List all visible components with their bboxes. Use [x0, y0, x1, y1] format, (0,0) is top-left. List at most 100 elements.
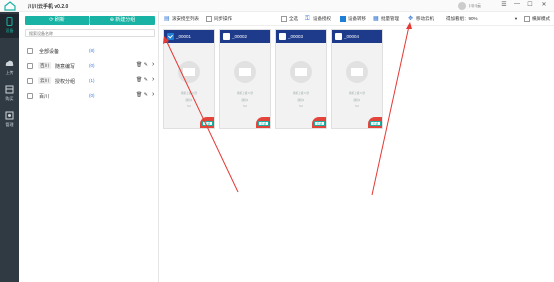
- chevron-right-icon[interactable]: ›: [152, 91, 154, 98]
- select-all-label: 全选: [289, 16, 298, 21]
- book-icon: [290, 61, 312, 83]
- quality-select[interactable]: 得加看组：90% ▼: [446, 15, 520, 23]
- select-all-checkbox[interactable]: [281, 15, 287, 22]
- device-badge[interactable]: 云机: [258, 121, 269, 126]
- device-checkbox[interactable]: [223, 33, 230, 40]
- group-row[interactable]: 百川 随意编写 (0) 🗑 ✎ ›: [25, 61, 157, 71]
- sync-ops-checkbox[interactable]: [206, 15, 212, 22]
- refresh-button[interactable]: ⟳ 刷新: [25, 16, 89, 25]
- trash-icon[interactable]: 🗑: [136, 62, 142, 68]
- batch-manage-button[interactable]: ▦ 批量管理: [373, 15, 399, 23]
- device-info: 随机4: [241, 99, 249, 102]
- book-icon: [346, 61, 368, 83]
- device-checkbox[interactable]: [279, 33, 286, 40]
- group-count: (1): [89, 78, 95, 83]
- close-icon[interactable]: ✕: [540, 1, 548, 8]
- group-actions: 🗑 ✎: [136, 62, 148, 68]
- device-checkbox[interactable]: [335, 33, 342, 40]
- quality-value: 得加看组：90%: [446, 16, 478, 21]
- left-nav: 设备 上传 购买 管理: [0, 12, 19, 282]
- device-card[interactable]: _00001 随机上级 0 秒 随机4 5:2 云机: [163, 29, 215, 129]
- device-badge[interactable]: 云机: [314, 121, 325, 126]
- transfer-icon: [340, 15, 346, 22]
- sync-ops-toggle[interactable]: 同步操作: [206, 15, 232, 23]
- device-header: _00004: [332, 30, 382, 43]
- settings-icon: [5, 111, 14, 120]
- batch-manage-label: 批量管理: [381, 16, 399, 21]
- device-badge[interactable]: 云机: [370, 121, 381, 126]
- authorize-icon: ⚿: [305, 15, 310, 22]
- trash-icon[interactable]: 🗑: [136, 92, 142, 98]
- nav-item-buy[interactable]: 购买: [0, 82, 19, 106]
- new-group-label: 新建分组: [115, 17, 136, 23]
- group-checkbox[interactable]: [27, 78, 33, 84]
- toolbar: ▤ 滚安授至列表 同步操作 全选 ⚿ 设备授权 设备转移 ▦ 批量管理 ✥ 移动云机 得…: [160, 12, 554, 26]
- device-authorize-button[interactable]: ⚿ 设备授权: [305, 15, 331, 23]
- edit-icon[interactable]: ✎: [144, 92, 148, 98]
- group-checkbox[interactable]: [27, 48, 33, 54]
- device-authorize-label: 设备授权: [313, 16, 331, 21]
- group-tag: 云川: [38, 77, 51, 84]
- device-checkbox[interactable]: [167, 33, 174, 40]
- search-input[interactable]: [25, 29, 155, 37]
- book-icon: [234, 61, 256, 83]
- device-ratio: 5:2: [187, 105, 191, 108]
- screen-list-button[interactable]: ▤ 滚安授至列表: [164, 15, 199, 23]
- nav-label: 上传: [5, 70, 14, 75]
- device-card[interactable]: _00003 随机上级 0 秒 随机4 5:2 云机: [275, 29, 327, 129]
- device-card[interactable]: _00004 随机上级 0 秒 随机4 5:2 云机: [331, 29, 383, 129]
- trash-icon[interactable]: 🗑: [136, 77, 142, 83]
- refresh-label: 刷新: [54, 17, 65, 23]
- app-logo-icon: [4, 1, 16, 11]
- group-row[interactable]: 百川 (0) 🗑 ✎ ›: [25, 91, 157, 101]
- nav-label: 设备: [5, 28, 14, 33]
- device-ratio: 5:2: [243, 105, 247, 108]
- group-row[interactable]: 云川 授权分组 (1) 🗑 ✎ ›: [25, 76, 157, 86]
- book-icon: [178, 61, 200, 83]
- nav-item-manage[interactable]: 管理: [0, 108, 19, 132]
- group-tag: 百川: [38, 62, 51, 69]
- nav-item-upload[interactable]: 上传: [0, 56, 19, 80]
- new-group-button[interactable]: ⊕ 新建分组: [90, 16, 155, 25]
- username: 川川云: [469, 3, 481, 8]
- group-name: 随意编写: [55, 64, 76, 70]
- select-all-toggle[interactable]: 全选: [281, 15, 298, 23]
- app-title: 川川云手机 v0.2.0: [28, 4, 69, 10]
- edit-icon[interactable]: ✎: [144, 62, 148, 68]
- group-checkbox[interactable]: [27, 93, 33, 99]
- chevron-right-icon[interactable]: ›: [152, 76, 154, 83]
- cart-icon: [5, 85, 14, 94]
- device-card[interactable]: _00002 随机上级 0 秒 随机4 5:2 云机: [219, 29, 271, 129]
- group-actions: 🗑 ✎: [136, 77, 148, 83]
- device-info: 随机4: [185, 99, 193, 102]
- device-name: _00001: [176, 34, 192, 39]
- cloud-upload-icon: [5, 60, 14, 66]
- nav-item-devices[interactable]: 设备: [0, 14, 19, 38]
- landscape-toggle[interactable]: 横屏模式: [524, 15, 550, 23]
- device-info: 随机4: [297, 99, 305, 102]
- title-bar: 川川云手机 v0.2.0 川川云 ☰ — ☐ ✕: [0, 0, 554, 12]
- device-status: 随机上级 0 秒: [349, 92, 365, 95]
- group-checkbox[interactable]: [27, 63, 33, 69]
- device-name: _00004: [344, 34, 360, 39]
- minimize-icon[interactable]: —: [513, 1, 521, 7]
- device-badge[interactable]: 云机: [202, 121, 213, 126]
- device-name: _00002: [232, 34, 248, 39]
- device-transfer-button[interactable]: 设备转移: [340, 15, 366, 23]
- nav-label: 管理: [5, 122, 14, 127]
- device-header: _00003: [276, 30, 326, 43]
- device-info: 随机4: [353, 99, 361, 102]
- device-status: 随机上级 0 秒: [237, 92, 253, 95]
- landscape-checkbox[interactable]: [524, 15, 530, 22]
- edit-icon[interactable]: ✎: [144, 77, 148, 83]
- avatar[interactable]: [458, 2, 466, 10]
- device-transfer-label: 设备转移: [348, 16, 366, 21]
- list-icon: ▤: [164, 15, 170, 22]
- group-count: (8): [89, 48, 95, 53]
- chevron-right-icon[interactable]: ›: [152, 61, 154, 68]
- group-name: 百川: [39, 94, 50, 100]
- group-row-all[interactable]: 全部设备 (8): [25, 46, 157, 56]
- menu-icon[interactable]: ☰: [500, 1, 508, 8]
- move-device-button[interactable]: ✥ 移动云机: [408, 15, 434, 23]
- maximize-icon[interactable]: ☐: [526, 1, 534, 8]
